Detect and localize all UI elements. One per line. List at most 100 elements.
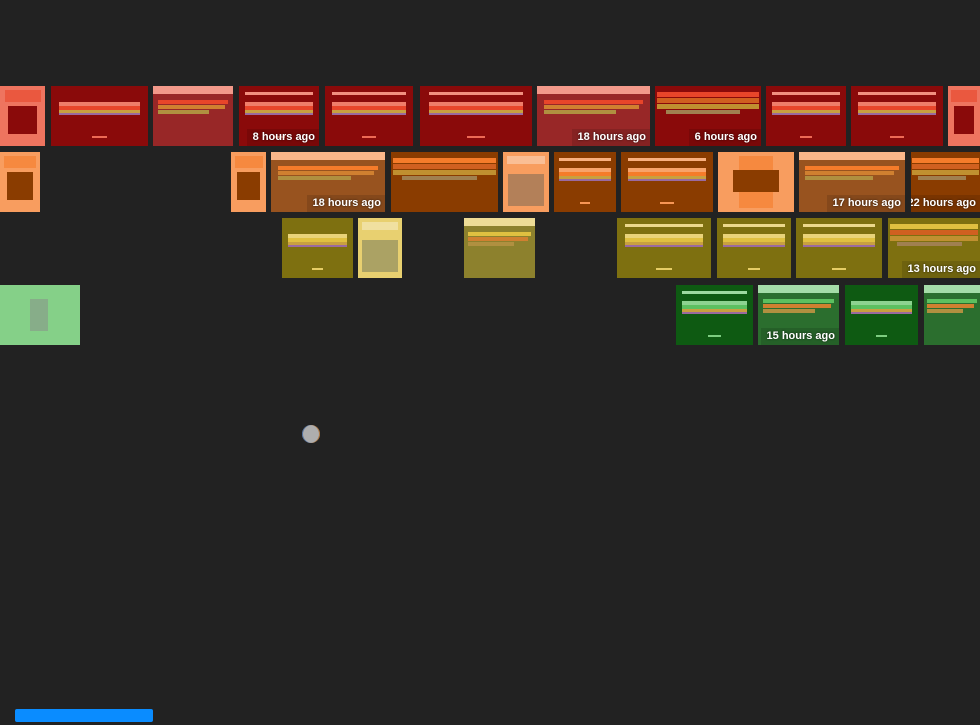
- brick-orange-3: [391, 152, 498, 212]
- thumbnail-detail: [875, 335, 888, 337]
- thumbnail-detail: [805, 176, 874, 180]
- thumbnail-detail: [772, 113, 840, 115]
- thumbnail-detail: [897, 242, 962, 246]
- thumbnail-detail: [468, 242, 514, 246]
- thumbnail-detail: [361, 222, 399, 230]
- thumbnail-detail: [762, 304, 831, 308]
- thumbnail-detail: [682, 312, 747, 314]
- thumbnail-detail: [467, 136, 485, 138]
- thumbnail-detail: [507, 174, 545, 206]
- brick-orange-5: [554, 152, 616, 212]
- thumbnail-detail: [805, 171, 895, 175]
- thumbnail-detail: [733, 170, 779, 192]
- brick-yellow-1: [358, 218, 402, 278]
- thumbnail-detail: [889, 236, 979, 241]
- thumbnail-detail: [659, 202, 675, 204]
- brick-thumbnail: [153, 86, 233, 146]
- brick-orange-7: [718, 152, 794, 212]
- thumbnail-detail: [832, 268, 846, 270]
- thumbnail-detail: [464, 218, 535, 226]
- brick-red-10: [948, 86, 980, 146]
- ball: [302, 425, 320, 443]
- thumbnail-detail: [506, 156, 546, 164]
- thumbnail-detail: [665, 110, 740, 114]
- brick-green-3: [845, 285, 918, 345]
- thumbnail-detail: [889, 136, 905, 138]
- brick-red-9: [851, 86, 943, 146]
- brick-red-7: 6 hours ago: [655, 86, 761, 146]
- brick-orange-4: [503, 152, 549, 212]
- brick-orange-6: [621, 152, 713, 212]
- thumbnail-detail: [4, 156, 36, 168]
- brick-green-2: 15 hours ago: [758, 285, 839, 345]
- thumbnail-detail: [748, 268, 760, 270]
- thumbnail-detail: [858, 113, 936, 115]
- thumbnail-detail: [889, 230, 979, 235]
- brick-green-0: [0, 285, 80, 345]
- thumbnail-detail: [393, 170, 496, 175]
- thumbnail-detail: [361, 136, 377, 138]
- brick-timestamp: 6 hours ago: [688, 129, 761, 146]
- brick-yellow-6: 13 hours ago: [888, 218, 980, 278]
- brick-yellow-4: [717, 218, 791, 278]
- thumbnail-detail: [468, 237, 528, 241]
- brick-red-3: 8 hours ago: [239, 86, 319, 146]
- thumbnail-detail: [30, 299, 48, 331]
- thumbnail-detail: [277, 166, 379, 170]
- thumbnail-detail: [951, 90, 977, 102]
- thumbnail-detail: [332, 113, 406, 115]
- brick-red-5: [420, 86, 532, 146]
- brick-orange-1: [231, 152, 266, 212]
- thumbnail-detail: [8, 106, 37, 134]
- brick-thumbnail: [464, 218, 535, 278]
- thumbnail-detail: [927, 309, 964, 313]
- thumbnail-detail: [657, 92, 759, 97]
- thumbnail-detail: [917, 176, 967, 180]
- thumbnail-detail: [927, 304, 975, 308]
- brick-timestamp: 13 hours ago: [901, 261, 980, 278]
- thumbnail-detail: [401, 176, 477, 180]
- thumbnail-detail: [799, 152, 905, 160]
- thumbnail-detail: [287, 245, 348, 247]
- paddle[interactable]: [15, 709, 153, 722]
- brick-timestamp: 18 hours ago: [306, 195, 385, 212]
- brick-orange-0: [0, 152, 40, 212]
- thumbnail-detail: [722, 245, 786, 247]
- brick-red-2: [153, 86, 233, 146]
- thumbnail-detail: [558, 179, 612, 181]
- thumbnail-detail: [237, 172, 260, 200]
- thumbnail-detail: [762, 309, 815, 313]
- brick-timestamp: 8 hours ago: [246, 129, 319, 146]
- brick-green-4: [924, 285, 980, 345]
- brick-red-4: [325, 86, 413, 146]
- brick-green-1: [676, 285, 753, 345]
- thumbnail-detail: [234, 156, 263, 168]
- brick-red-1: [51, 86, 148, 146]
- thumbnail-detail: [912, 170, 979, 175]
- thumbnail-detail: [912, 164, 979, 169]
- thumbnail-detail: [912, 158, 979, 163]
- brick-orange-8: 17 hours ago: [799, 152, 905, 212]
- thumbnail-detail: [657, 98, 759, 103]
- thumbnail-detail: [153, 86, 233, 94]
- thumbnail-detail: [543, 110, 617, 114]
- thumbnail-detail: [362, 240, 398, 272]
- thumbnail-detail: [927, 299, 977, 303]
- thumbnail-detail: [762, 299, 835, 303]
- brick-timestamp: 18 hours ago: [571, 129, 650, 146]
- thumbnail-detail: [799, 136, 813, 138]
- thumbnail-detail: [4, 90, 41, 102]
- brick-timestamp: 22 hours ago: [911, 195, 980, 212]
- thumbnail-detail: [271, 152, 385, 160]
- thumbnail-detail: [543, 100, 644, 104]
- brick-orange-9: 22 hours ago: [911, 152, 980, 212]
- brick-timestamp: 17 hours ago: [826, 195, 905, 212]
- thumbnail-detail: [802, 245, 876, 247]
- thumbnail-detail: [157, 105, 225, 109]
- thumbnail-detail: [580, 202, 590, 204]
- thumbnail-detail: [157, 100, 229, 104]
- thumbnail-detail: [805, 166, 899, 170]
- thumbnail-detail: [924, 285, 980, 293]
- thumbnail-detail: [758, 285, 839, 293]
- thumbnail-detail: [428, 113, 524, 115]
